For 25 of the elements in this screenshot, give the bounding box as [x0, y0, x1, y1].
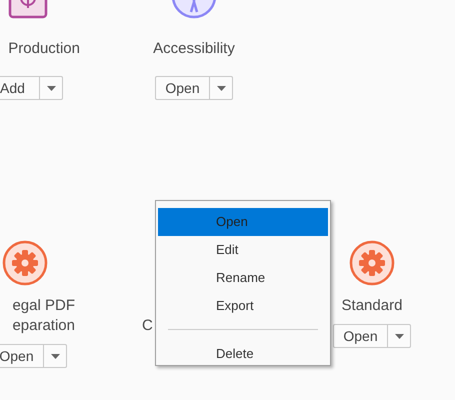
caret-icon	[394, 334, 404, 338]
caret-icon	[216, 86, 226, 90]
caret-icon	[50, 354, 60, 358]
dropdown-button[interactable]	[209, 76, 233, 100]
tool-label: Standard	[342, 296, 402, 316]
menu-item[interactable]: Export	[158, 292, 328, 320]
gear-icon	[349, 240, 395, 286]
menu-item[interactable]: Open	[158, 208, 328, 236]
tool-label: eparation	[12, 316, 75, 336]
tool-label: egal PDF	[12, 296, 75, 316]
tool-label: C	[142, 316, 153, 336]
tool-label: Production	[8, 39, 80, 59]
tool-button[interactable]: Open	[155, 76, 210, 100]
tool-label: Accessibility	[153, 39, 235, 59]
tool-button[interactable]: Open	[333, 324, 388, 348]
tool-button[interactable]: Add	[0, 76, 40, 100]
menu-item[interactable]: Rename	[158, 264, 328, 292]
dropdown-button[interactable]	[43, 344, 67, 368]
caret-icon	[46, 86, 56, 90]
menu-item[interactable]: Delete	[158, 340, 328, 368]
menu-item[interactable]: Edit	[158, 236, 328, 264]
tool-button[interactable]: Open	[0, 344, 44, 368]
dropdown-button[interactable]	[39, 76, 63, 100]
gear-icon	[2, 240, 48, 286]
dropdown-button[interactable]	[387, 324, 411, 348]
